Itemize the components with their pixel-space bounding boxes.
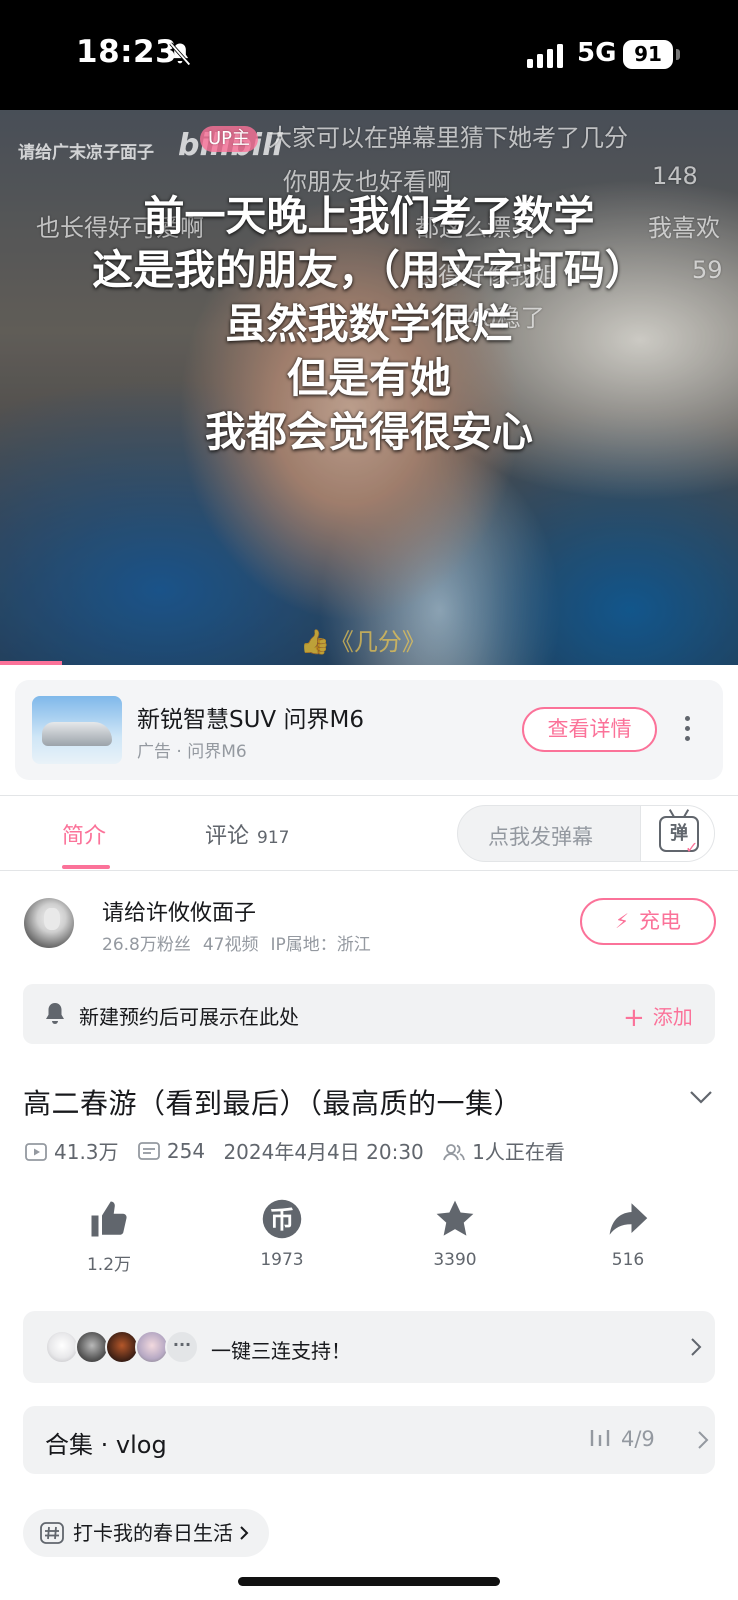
supporter-avatar [75, 1330, 109, 1364]
topic-tag[interactable]: 打卡我的春日生活 [23, 1509, 269, 1557]
battery-nub [676, 49, 680, 60]
chevron-down-icon[interactable] [689, 1090, 713, 1104]
coin-count: 1973 [260, 1250, 304, 1270]
tab-active-indicator [62, 865, 110, 869]
supporter-avatar [105, 1330, 139, 1364]
topic-label: 打卡我的春日生活 [73, 1521, 233, 1545]
video-progress-bar[interactable] [0, 661, 62, 665]
reservation-banner: 新建预约后可展示在此处 + 添加 [23, 984, 715, 1044]
status-bar: 18:23 5G 91 [0, 0, 738, 110]
subtitle-line: 但是有她 [287, 354, 451, 402]
favorite-button[interactable]: 3390 [400, 1198, 510, 1270]
supporter-avatar [135, 1330, 169, 1364]
coin-button[interactable]: 币 1973 [227, 1198, 337, 1270]
share-button[interactable]: 516 [573, 1198, 683, 1270]
uploader-name[interactable]: 请给许攸攸面子 [102, 895, 256, 927]
watermark-username: 请给广末凉子面子 [18, 143, 154, 163]
bars-icon [590, 1430, 610, 1446]
collection-progress: 4/9 [589, 1427, 655, 1451]
subtitle-line: 这是我的朋友，（用文字打码） [92, 246, 646, 294]
svg-text:币: 币 [270, 1206, 295, 1234]
triple-support-banner[interactable]: ··· 一键三连支持！ [23, 1311, 715, 1383]
fans-count: 26.8万粉丝 [102, 935, 191, 955]
ip-location: IP属地：浙江 [270, 935, 371, 955]
like-icon [91, 1201, 127, 1237]
ad-thumbnail [32, 696, 122, 764]
watching-now: 1人正在看 [442, 1136, 565, 1165]
ad-subtitle: 广告 · 问界M6 [137, 742, 247, 762]
car-image [42, 722, 112, 746]
danmaku-comment: UP主 大家可以在弹幕里猜下她考了几分 [200, 118, 628, 153]
coin-icon: 币 [262, 1199, 302, 1239]
subtitle-line: 虽然我数学很烂 [225, 300, 513, 348]
video-player[interactable]: 请给广末凉子面子 bilibili UP主大家可以在弹幕里猜下她考了几分 你朋友… [0, 110, 738, 665]
share-count: 516 [611, 1250, 645, 1270]
tab-comments-label: 评论 [205, 824, 250, 849]
viewers-icon [443, 1144, 466, 1161]
share-icon [609, 1203, 648, 1235]
status-time: 18:23 [76, 34, 178, 70]
danmaku-count-icon [137, 1141, 160, 1160]
video-count: 47视频 [202, 935, 259, 955]
uploader-avatar[interactable] [24, 898, 74, 948]
danmaku-input[interactable]: 点我发弹幕 弹 ✓ [457, 805, 715, 862]
home-indicator[interactable] [238, 1577, 500, 1586]
video-stats: 41.3万 254 2024年4月4日 20:30 1人正在看 [24, 1136, 577, 1165]
collection-label: 合集 · vlog [45, 1431, 167, 1459]
play-count-icon [25, 1143, 47, 1161]
divider [0, 870, 738, 871]
bell-icon [46, 1003, 64, 1024]
tab-intro[interactable]: 简介 [62, 818, 106, 850]
hashtag-icon [40, 1522, 64, 1544]
tab-comments[interactable]: 评论 917 [205, 818, 289, 850]
chevron-right-icon [240, 1526, 249, 1540]
favorite-count: 3390 [433, 1250, 477, 1270]
signal-icon [527, 44, 563, 68]
comment-count: 917 [257, 828, 290, 848]
ad-details-button[interactable]: 查看详情 [522, 707, 657, 752]
supporter-avatar [45, 1330, 79, 1364]
danmaku-input-placeholder: 点我发弹幕 [488, 825, 593, 849]
ad-title: 新锐智慧SUV 问界M6 [137, 707, 364, 733]
publish-date: 2024年4月4日 20:30 [223, 1140, 424, 1164]
favorite-icon [436, 1200, 474, 1236]
video-title: 高二春游（看到最后）（最高质的一集） [23, 1087, 523, 1120]
like-button[interactable]: 1.2万 [54, 1198, 164, 1275]
danmaku-toggle-button[interactable]: 弹 ✓ [640, 806, 714, 861]
add-reservation-button[interactable]: + 添加 [623, 1001, 693, 1033]
more-options-icon[interactable] [683, 716, 691, 746]
up-badge: UP主 [200, 126, 259, 152]
uploader-meta: 26.8万粉丝 47视频 IP属地：浙江 [102, 930, 383, 955]
reservation-text: 新建预约后可展示在此处 [79, 1005, 299, 1029]
battery-indicator: 91 [623, 40, 673, 69]
bolt-icon: ⚡ [614, 909, 630, 933]
triple-support-text: 一键三连支持！ [211, 1339, 351, 1363]
network-label: 5G [577, 38, 617, 68]
chevron-right-icon [691, 1338, 702, 1356]
ad-card[interactable]: 新锐智慧SUV 问界M6 广告 · 问界M6 查看详情 [15, 680, 723, 780]
charge-button[interactable]: ⚡ 充电 [580, 898, 716, 945]
plus-icon: + [623, 1003, 645, 1033]
subtitle-line: 前一天晚上我们考了数学 [143, 192, 595, 240]
video-bottom-tag: 👍《几分》 [300, 628, 426, 656]
view-count: 41.3万 [24, 1136, 119, 1165]
bell-off-icon [169, 42, 191, 66]
more-supporters-icon: ··· [165, 1330, 199, 1364]
check-icon: ✓ [685, 838, 699, 857]
collection-bar[interactable]: 合集 · vlog 4/9 [23, 1406, 715, 1474]
divider [0, 795, 738, 796]
like-count: 1.2万 [86, 1255, 132, 1275]
subtitle-line: 我都会觉得很安心 [205, 408, 533, 456]
chevron-right-icon [698, 1431, 709, 1449]
charge-label: 充电 [639, 909, 682, 933]
danmaku-total: 254 [137, 1139, 205, 1163]
